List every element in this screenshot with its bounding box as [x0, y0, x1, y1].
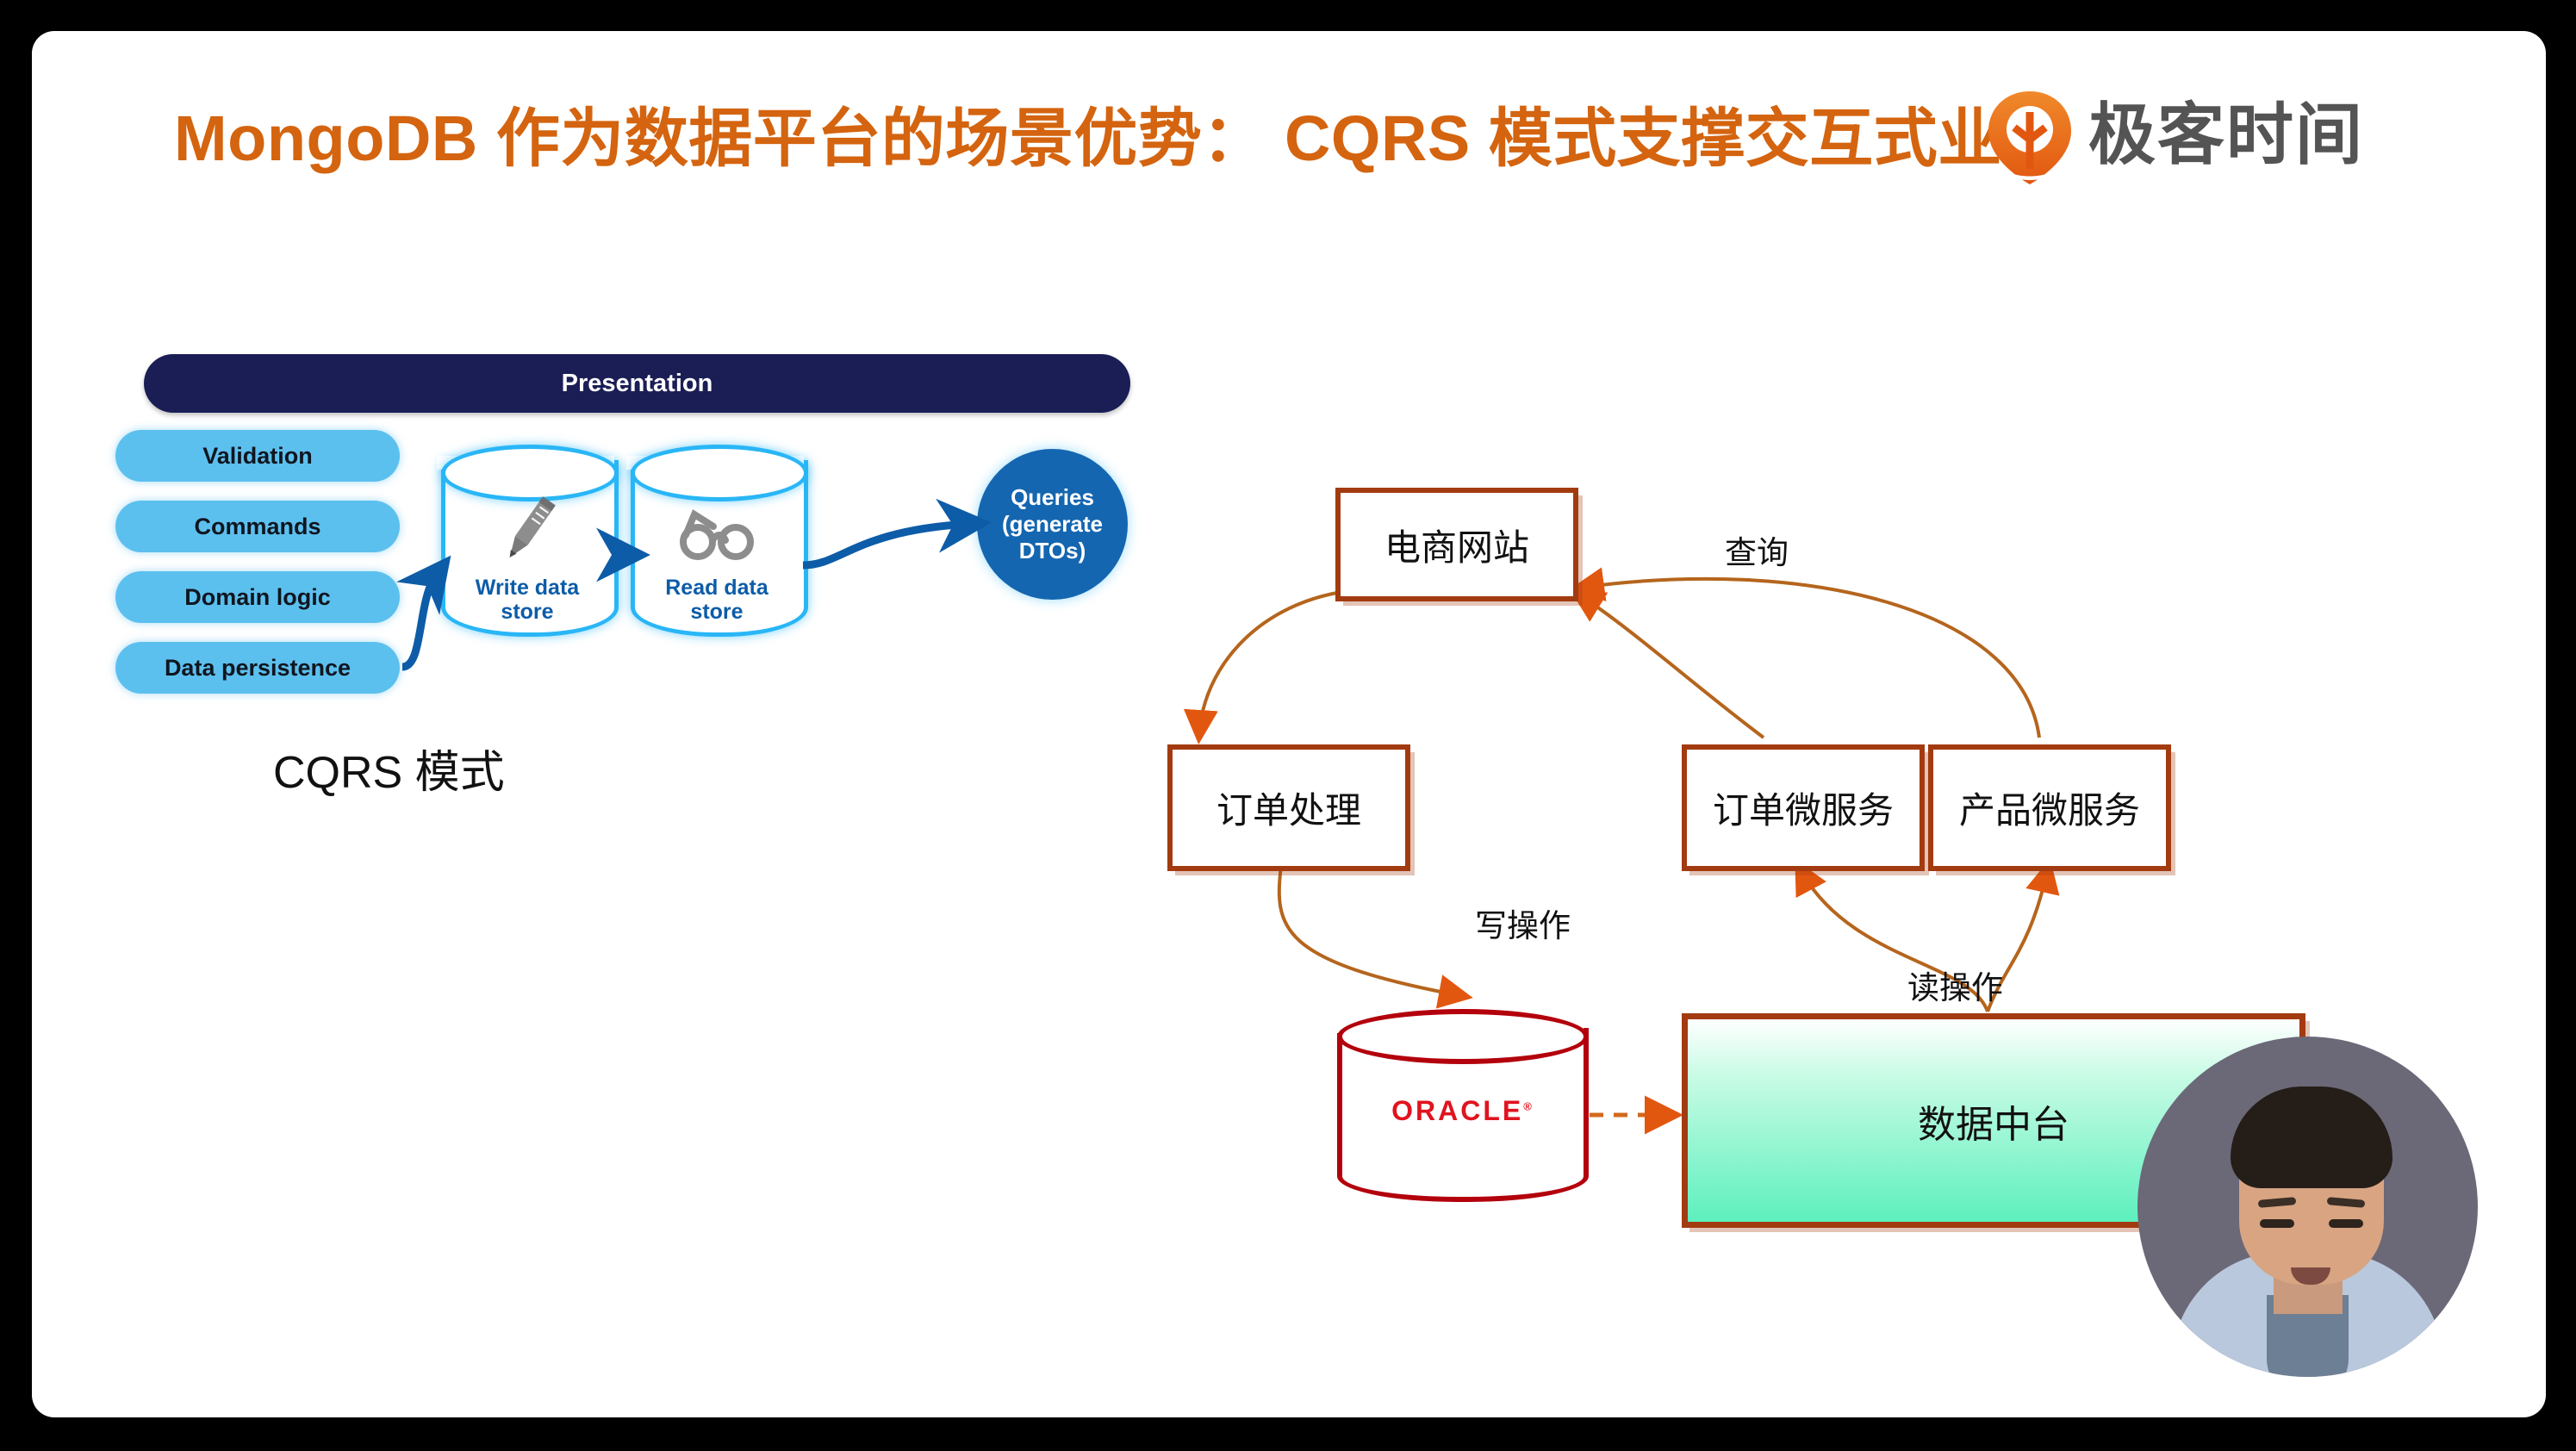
- ecommerce-site-box[interactable]: 电商网站: [1335, 488, 1578, 601]
- geektime-pin-icon: [1983, 90, 2076, 186]
- read-to-queries-arrow: [802, 498, 992, 570]
- presenter-video[interactable]: [2137, 1037, 2478, 1377]
- cylinder-top: [1337, 1009, 1589, 1064]
- order-microservice-box[interactable]: 订单微服务: [1682, 744, 1925, 871]
- order-processing-box[interactable]: 订单处理: [1167, 744, 1410, 871]
- screen-recording-frame: MongoDB 作为数据平台的场景优势： CQRS 模式支撑交互式业务 极客时间…: [0, 0, 2576, 1451]
- presenter-eye-right: [2329, 1219, 2363, 1228]
- brand-logo: 极客时间: [1983, 86, 2517, 190]
- oracle-wordmark: ORACLE®: [1391, 1095, 1534, 1126]
- product-microservice-box[interactable]: 产品微服务: [1928, 744, 2171, 871]
- page-title: MongoDB 作为数据平台的场景优势： CQRS 模式支撑交互式业务: [174, 103, 2067, 174]
- read-op-label: 读操作: [1907, 970, 2003, 1006]
- oracle-database-cylinder: ORACLE®: [1332, 1009, 1589, 1220]
- brand-logo-text: 极客时间: [2088, 97, 2365, 172]
- order-to-oracle-write-arrow: [1277, 864, 1473, 1009]
- query-label: 查询: [1725, 535, 1789, 570]
- persistence-to-write-arrow: [396, 555, 451, 671]
- product-msvc-to-site-arrow: [1570, 567, 2041, 738]
- slide-header: MongoDB 作为数据平台的场景优势： CQRS 模式支撑交互式业务 极客时间: [32, 91, 2546, 186]
- order-msvc-to-site-arrow: [1569, 588, 1765, 739]
- site-to-order-arrow: [1183, 591, 1338, 744]
- write-op-label: 写操作: [1475, 908, 1571, 943]
- cqrs-caption: CQRS 模式: [273, 748, 505, 798]
- presenter-eye-left: [2260, 1219, 2294, 1228]
- presenter-hair: [2231, 1087, 2392, 1188]
